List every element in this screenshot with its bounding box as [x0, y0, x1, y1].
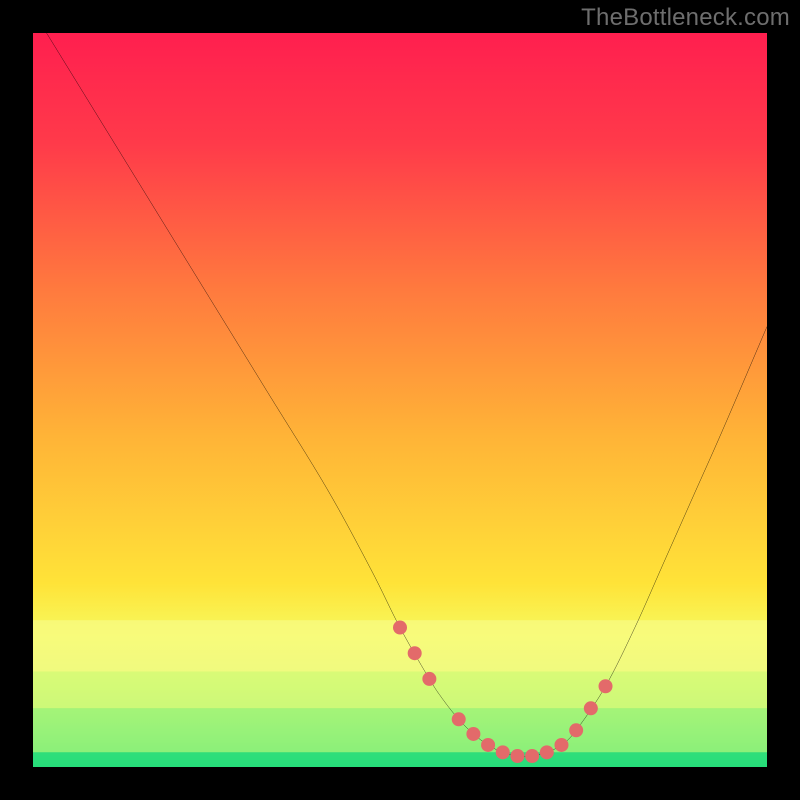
band-green-core	[33, 752, 767, 767]
watermark-text: TheBottleneck.com	[581, 4, 790, 32]
chart-canvas: TheBottleneck.com	[0, 0, 800, 800]
band-green-soft	[33, 708, 767, 752]
band-yellow-soft	[33, 620, 767, 671]
tolerance-bands	[33, 620, 767, 767]
band-lime-soft	[33, 672, 767, 709]
gradient-background	[33, 33, 767, 767]
